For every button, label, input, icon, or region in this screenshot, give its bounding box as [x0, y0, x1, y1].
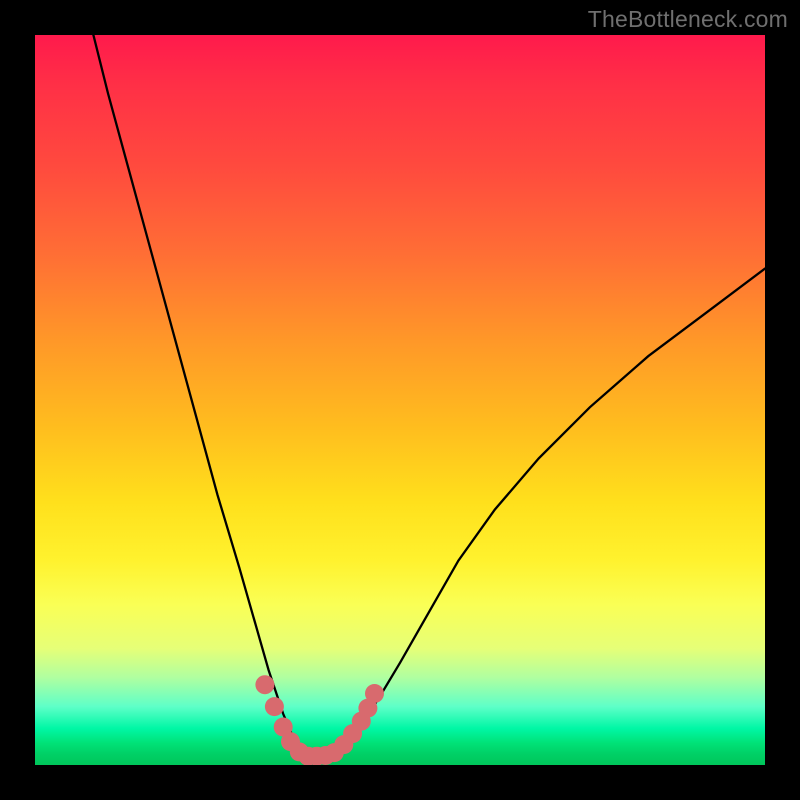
chart-frame: TheBottleneck.com	[0, 0, 800, 800]
highlight-dot	[265, 697, 284, 716]
watermark-text: TheBottleneck.com	[588, 6, 788, 33]
highlight-dot	[365, 684, 384, 703]
highlight-dot	[255, 675, 274, 694]
chart-plot-area	[35, 35, 765, 765]
bottleneck-curve	[93, 35, 765, 756]
chart-svg	[35, 35, 765, 765]
